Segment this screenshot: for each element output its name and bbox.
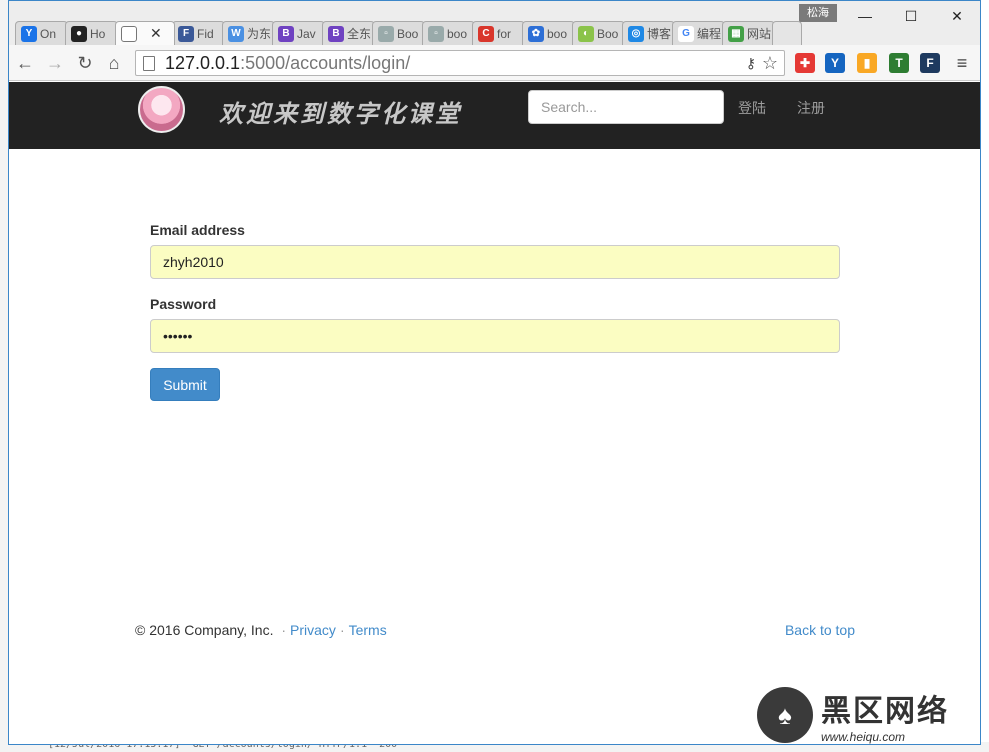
- browser-tab[interactable]: ◐ Boo: [572, 21, 625, 45]
- tab-label: 为东: [247, 27, 272, 41]
- ext-shield-icon[interactable]: T: [889, 53, 909, 73]
- site-logo-avatar[interactable]: [138, 86, 185, 133]
- tab-label: 全东: [347, 27, 372, 41]
- tab-strip: Y On ● Ho ✕ F Fid W 为东 B Jav B 全东 ▫ Boo ▫ boo Cfor ✿ boo ◐ Bo…: [15, 21, 802, 45]
- forward-button[interactable]: →: [43, 51, 67, 75]
- footer-separator: ·: [281, 622, 287, 638]
- bookmark-star-icon[interactable]: ☆: [762, 53, 778, 74]
- password-group: Password ••••••: [150, 296, 841, 353]
- browser-tab[interactable]: Y On: [15, 21, 68, 45]
- browser-tab[interactable]: ✿ boo: [522, 21, 575, 45]
- tab-favicon-icon: C: [478, 25, 494, 42]
- back-button[interactable]: ←: [13, 51, 37, 75]
- terms-link[interactable]: Terms: [349, 622, 387, 638]
- page-viewport: 欢迎来到数字化课堂 登陆 注册 Email address zhyh2010 P…: [9, 82, 980, 744]
- back-to-top-link[interactable]: Back to top: [785, 622, 855, 638]
- ext-phone-icon[interactable]: ▮: [857, 53, 877, 73]
- submit-button[interactable]: Submit: [150, 368, 220, 401]
- reload-button[interactable]: ↻: [73, 51, 97, 75]
- browser-toolbar: ← → ↻ ⌂ 127.0.0.1:5000/accounts/login/ ⚷…: [9, 45, 980, 81]
- copyright-text: © 2016 Company, Inc.: [135, 622, 274, 638]
- footer-separator: ·: [339, 622, 345, 638]
- tab-label: boo: [547, 26, 568, 41]
- browser-window: 松海 — ☐ ✕ Y On ● Ho ✕ F Fid W 为东 B Jav B 全东 ▫ Boo ▫ boo Cf…: [8, 0, 981, 745]
- email-group: Email address zhyh2010: [150, 222, 841, 279]
- tab-favicon-icon: ✿: [528, 25, 544, 42]
- ext-y-icon[interactable]: Y: [825, 53, 845, 73]
- minimize-button[interactable]: —: [842, 1, 888, 31]
- browser-tab[interactable]: G 编程: [672, 21, 725, 45]
- menu-icon[interactable]: ≡: [952, 53, 972, 73]
- tab-label: On: [40, 26, 57, 41]
- browser-tab[interactable]: F Fid: [172, 21, 225, 45]
- browser-tab[interactable]: Cfor: [472, 21, 525, 45]
- tab-favicon-icon: G: [678, 25, 694, 42]
- search-input[interactable]: [528, 90, 724, 124]
- tab-active[interactable]: ✕: [115, 21, 175, 45]
- mushroom-logo-icon: ♠: [757, 687, 813, 743]
- tab-label: Jav: [297, 26, 316, 41]
- tab-label: Ho: [90, 26, 106, 41]
- tab-favicon-icon: ▦: [728, 25, 744, 42]
- site-brand-title[interactable]: 欢迎来到数字化课堂: [219, 94, 462, 129]
- browser-tab[interactable]: ● Ho: [65, 21, 118, 45]
- new-tab-button[interactable]: [772, 21, 802, 45]
- page-footer: © 2016 Company, Inc. · Privacy · Terms Back…: [135, 622, 855, 638]
- url-text[interactable]: 127.0.0.1:5000/accounts/login/: [165, 53, 410, 74]
- tab-favicon-icon: ◐: [578, 25, 594, 42]
- tab-favicon-icon: B: [278, 25, 294, 42]
- tab-label: Fid: [197, 26, 214, 41]
- tab-label: 编程: [697, 27, 722, 41]
- tab-label: Boo: [597, 26, 619, 41]
- watermark-url: www.heiqu.com: [821, 730, 906, 744]
- page-icon: [143, 55, 155, 71]
- tab-favicon-icon: [121, 25, 137, 42]
- nav-link-register[interactable]: 注册: [797, 98, 825, 118]
- tab-favicon-icon: B: [328, 25, 344, 42]
- email-label: Email address: [150, 222, 245, 238]
- browser-tab[interactable]: ▦ 网站: [722, 21, 775, 45]
- home-button[interactable]: ⌂: [102, 51, 126, 75]
- url-path: :5000/accounts/login/: [240, 52, 411, 73]
- ext-f-icon[interactable]: F: [920, 53, 940, 73]
- site-watermark: ♠ 黑区网络 www.heiqu.com: [757, 686, 977, 744]
- tab-label: boo: [447, 26, 468, 41]
- key-icon[interactable]: ⚷: [746, 55, 756, 72]
- tab-favicon-icon: Y: [21, 25, 37, 42]
- tab-label: 博客: [647, 27, 672, 41]
- privacy-link[interactable]: Privacy: [290, 622, 336, 638]
- tab-favicon-icon: ●: [71, 25, 87, 42]
- maximize-button[interactable]: ☐: [888, 1, 934, 31]
- tab-label: Boo: [397, 26, 419, 41]
- browser-tab[interactable]: ◎ 博客: [622, 21, 675, 45]
- address-bar[interactable]: 127.0.0.1:5000/accounts/login/ ⚷ ☆: [135, 50, 785, 76]
- browser-tab[interactable]: ▫ Boo: [372, 21, 425, 45]
- browser-tab[interactable]: ▫ boo: [422, 21, 475, 45]
- tab-label: 网站: [747, 27, 772, 41]
- ext-red-icon[interactable]: ✚: [795, 53, 815, 73]
- tab-close-icon[interactable]: ✕: [150, 25, 162, 42]
- login-form: Email address zhyh2010 Password •••••• S…: [150, 222, 841, 401]
- browser-tab[interactable]: W 为东: [222, 21, 275, 45]
- browser-tab[interactable]: B Jav: [272, 21, 325, 45]
- title-bar: 松海 — ☐ ✕ Y On ● Ho ✕ F Fid W 为东 B Jav B 全东 ▫ Boo ▫ boo Cf…: [9, 1, 980, 45]
- close-window-button[interactable]: ✕: [934, 1, 980, 31]
- password-label: Password: [150, 296, 217, 312]
- watermark-title: 黑区网络: [821, 694, 949, 729]
- watermark-text: 黑区网络 www.heiqu.com: [821, 686, 949, 744]
- profile-badge[interactable]: 松海: [799, 4, 837, 22]
- tab-favicon-icon: ◎: [628, 25, 644, 42]
- site-navbar: 欢迎来到数字化课堂 登陆 注册: [9, 82, 980, 149]
- tab-favicon-icon: F: [178, 25, 194, 42]
- nav-link-login[interactable]: 登陆: [738, 98, 766, 118]
- tab-favicon-icon: ▫: [378, 25, 394, 42]
- url-host: 127.0.0.1: [165, 52, 241, 73]
- browser-tab[interactable]: B 全东: [322, 21, 375, 45]
- tab-favicon-icon: ▫: [428, 25, 444, 42]
- email-field[interactable]: zhyh2010: [150, 245, 840, 279]
- password-field[interactable]: ••••••: [150, 319, 840, 353]
- tab-favicon-icon: W: [228, 25, 244, 42]
- tab-label: for: [497, 26, 512, 41]
